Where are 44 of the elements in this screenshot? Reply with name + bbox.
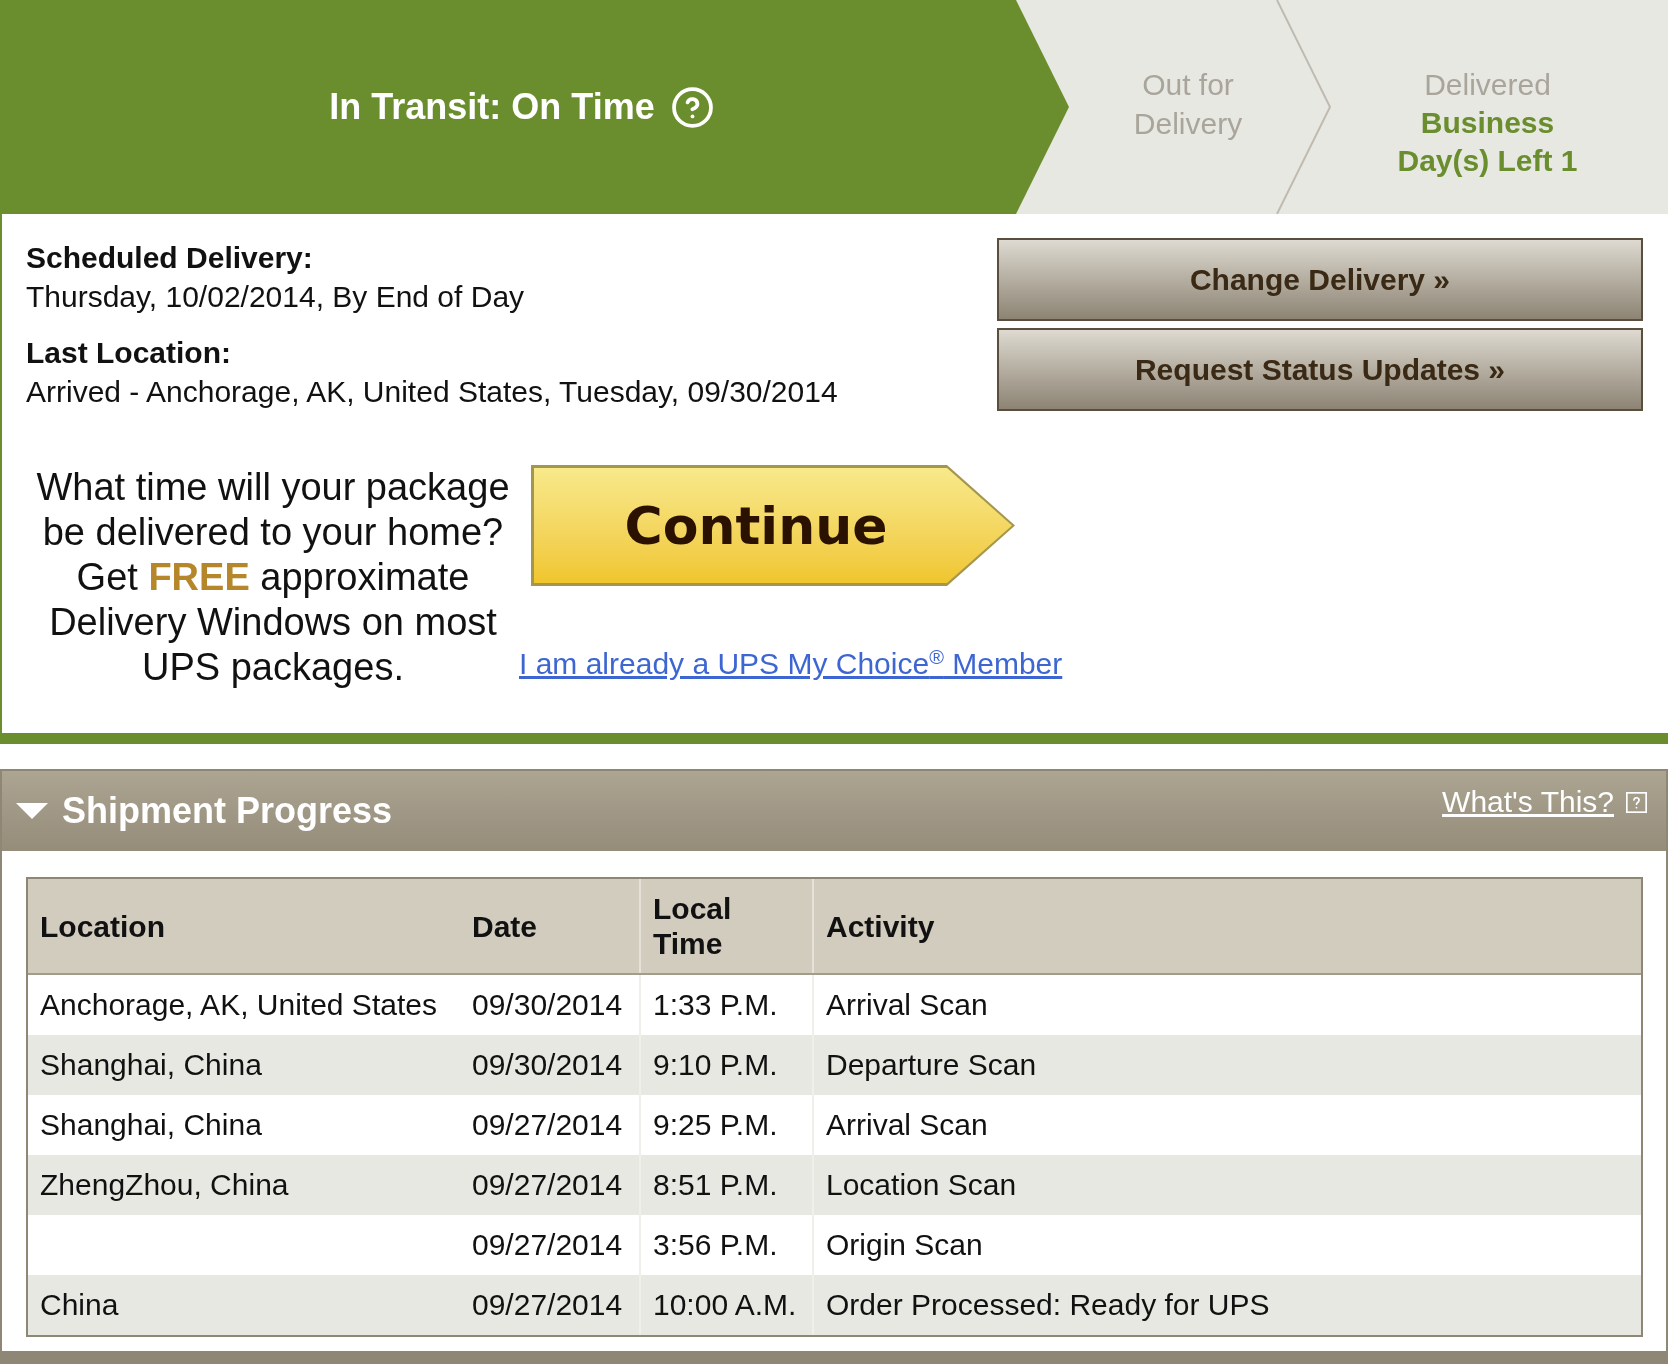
continue-button[interactable]: Continue — [531, 465, 1015, 586]
step-note: Business Day(s) Left 1 — [1396, 105, 1579, 179]
table-cell: 10:00 A.M. — [653, 1287, 797, 1323]
table-cell: Location Scan — [826, 1167, 1017, 1203]
table-cell: Anchorage, AK, United States — [40, 987, 437, 1023]
triangle-down-icon[interactable] — [16, 803, 48, 819]
table-cell: 9:10 P.M. — [653, 1047, 778, 1083]
step-label: Out for Delivery — [1132, 67, 1244, 142]
table-cell: 09/30/2014 — [472, 987, 623, 1023]
table-cell: Arrival Scan — [826, 987, 988, 1023]
help-icon[interactable] — [671, 86, 713, 128]
table-cell: 09/27/2014 — [472, 1227, 623, 1263]
table-cell: Arrival Scan — [826, 1107, 988, 1143]
table-cell: 09/27/2014 — [472, 1107, 623, 1143]
detail-value: Thursday, 10/02/2014, By End of Day — [26, 279, 526, 315]
detail-label: Last Location: — [26, 335, 232, 371]
action-button[interactable]: Request Status Updates » — [997, 328, 1643, 411]
promo-text: What time will your package be delivered to your home? Get FREE approximate Delivery Windows on most UPS packages. — [35, 465, 511, 690]
column-header: Activity — [826, 908, 935, 944]
table-cell: Origin Scan — [826, 1227, 983, 1263]
table-cell: ZhengZhou, China — [40, 1167, 289, 1203]
table-cell: Order Processed: Ready for UPS — [826, 1287, 1270, 1323]
action-button[interactable]: Change Delivery » — [997, 238, 1643, 321]
column-header: Local Time — [653, 891, 733, 961]
detail-label: Scheduled Delivery: — [26, 240, 314, 276]
table-cell: 09/30/2014 — [472, 1047, 623, 1083]
table-cell: 09/27/2014 — [472, 1287, 623, 1323]
detail-value: Arrived - Anchorage, AK, United States, Tuesday, 09/30/2014 — [26, 374, 838, 410]
table-cell: Shanghai, China — [40, 1107, 262, 1143]
table-cell: 9:25 P.M. — [653, 1107, 778, 1143]
column-header: Date — [472, 908, 538, 944]
table-cell: 1:33 P.M. — [653, 987, 778, 1023]
table-cell: 8:51 P.M. — [653, 1167, 778, 1203]
table-cell: Shanghai, China — [40, 1047, 262, 1083]
help-icon[interactable] — [1626, 791, 1647, 813]
column-header: Location — [40, 908, 165, 944]
step-label: In Transit: On Time — [329, 86, 655, 128]
step-label: Delivered — [1424, 67, 1551, 103]
table-cell: 09/27/2014 — [472, 1167, 623, 1203]
table-cell: 3:56 P.M. — [653, 1227, 778, 1263]
table-cell: Departure Scan — [826, 1047, 1037, 1083]
member-link[interactable]: I am already a UPS My Choice$^{®}$ Member — [519, 646, 1063, 682]
section-title: Shipment Progress — [62, 790, 393, 832]
table-cell: China — [40, 1287, 119, 1323]
